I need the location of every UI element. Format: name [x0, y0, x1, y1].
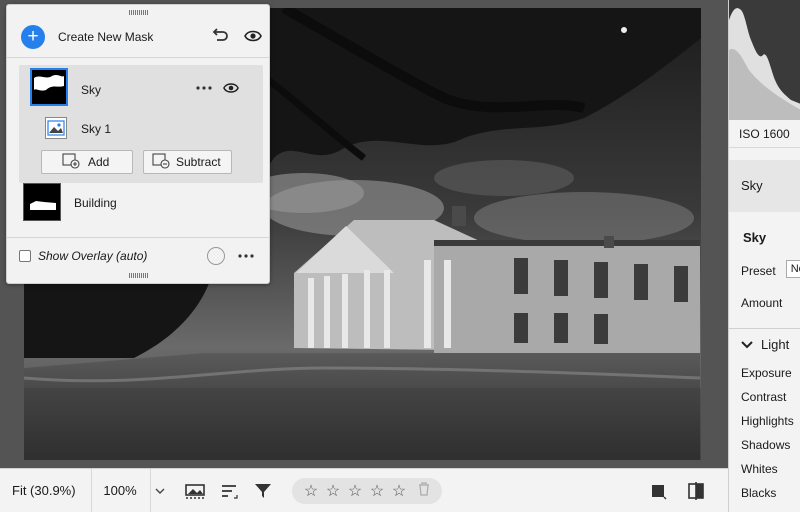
- chevron-down-icon[interactable]: [741, 341, 753, 349]
- trash-icon[interactable]: [418, 481, 430, 501]
- preset-label: Preset: [741, 264, 776, 278]
- reset-icon[interactable]: [209, 25, 231, 47]
- star-icon[interactable]: ☆: [346, 481, 364, 501]
- compare-icon[interactable]: [684, 479, 708, 503]
- edit-panel: ISO 1600 Sky Sky Preset No Amount Light …: [728, 0, 800, 512]
- eye-icon[interactable]: [242, 25, 264, 47]
- slider-label-contrast: Contrast: [741, 390, 787, 404]
- star-icon[interactable]: ☆: [368, 481, 386, 501]
- mask-group-sky[interactable]: Sky Sky 1 Add Subtract: [19, 65, 263, 183]
- zoom-level-button[interactable]: 100%: [92, 469, 148, 512]
- preset-dropdown[interactable]: No: [785, 260, 800, 278]
- star-icon[interactable]: ☆: [324, 481, 342, 501]
- add-mask-icon: [62, 152, 80, 172]
- light-section-header[interactable]: Light: [729, 329, 800, 361]
- bottom-toolbar: Fit (30.9%) 100% ☆ ☆ ☆ ☆ ☆: [0, 468, 728, 512]
- panel-drag-handle-bottom[interactable]: [129, 273, 149, 278]
- star-icon[interactable]: ☆: [390, 481, 408, 501]
- fit-zoom-button[interactable]: Fit (30.9%): [0, 469, 92, 512]
- filmstrip-icon[interactable]: [184, 479, 208, 503]
- eye-icon[interactable]: [220, 77, 242, 99]
- chevron-down-icon[interactable]: [150, 469, 168, 512]
- masks-panel: + Create New Mask Sky Sky 1 Add Subtract…: [6, 4, 270, 284]
- filter-icon[interactable]: [251, 479, 275, 503]
- slider-label-whites: Whites: [741, 462, 778, 476]
- slider-label-blacks: Blacks: [741, 486, 777, 500]
- slider-label-highlights: Highlights: [741, 414, 794, 428]
- sky-component-icon[interactable]: [45, 117, 67, 139]
- show-overlay-checkbox[interactable]: [19, 250, 31, 262]
- more-icon[interactable]: [235, 245, 257, 267]
- plus-icon[interactable]: +: [21, 25, 45, 49]
- subtract-mask-icon: [152, 152, 170, 172]
- sort-icon[interactable]: [218, 479, 242, 503]
- subtract-label: Subtract: [176, 155, 221, 169]
- slider-label-exposure: Exposure: [741, 366, 792, 380]
- divider: [7, 57, 269, 58]
- crop-icon[interactable]: [646, 479, 670, 503]
- add-label: Add: [88, 155, 110, 169]
- section-title: Sky: [743, 230, 767, 245]
- create-mask-label[interactable]: Create New Mask: [58, 30, 153, 44]
- panel-drag-handle-top[interactable]: [129, 10, 149, 15]
- sky-mask-thumbnail[interactable]: [30, 68, 68, 106]
- building-mask-thumbnail[interactable]: [23, 183, 61, 221]
- add-button[interactable]: Add: [41, 150, 133, 174]
- slider-label-shadows: Shadows: [741, 438, 791, 452]
- overlay-color-swatch[interactable]: [207, 247, 225, 265]
- subtract-button[interactable]: Subtract: [143, 150, 232, 174]
- preset-row: Preset No: [729, 260, 800, 282]
- amount-label: Amount: [741, 296, 783, 310]
- rating-bar: ☆ ☆ ☆ ☆ ☆: [292, 478, 442, 504]
- histogram: [729, 0, 800, 120]
- star-icon[interactable]: ☆: [302, 481, 320, 501]
- iso-readout: ISO 1600: [729, 120, 800, 148]
- show-overlay-label[interactable]: Show Overlay (auto): [38, 249, 147, 263]
- selected-mask-title: Sky: [729, 160, 800, 212]
- light-section-label[interactable]: Light: [761, 329, 789, 361]
- component-name[interactable]: Sky 1: [81, 122, 111, 136]
- divider: [7, 237, 269, 238]
- mask-name[interactable]: Sky: [81, 83, 101, 97]
- more-icon[interactable]: [193, 77, 215, 99]
- mask-name[interactable]: Building: [74, 196, 117, 210]
